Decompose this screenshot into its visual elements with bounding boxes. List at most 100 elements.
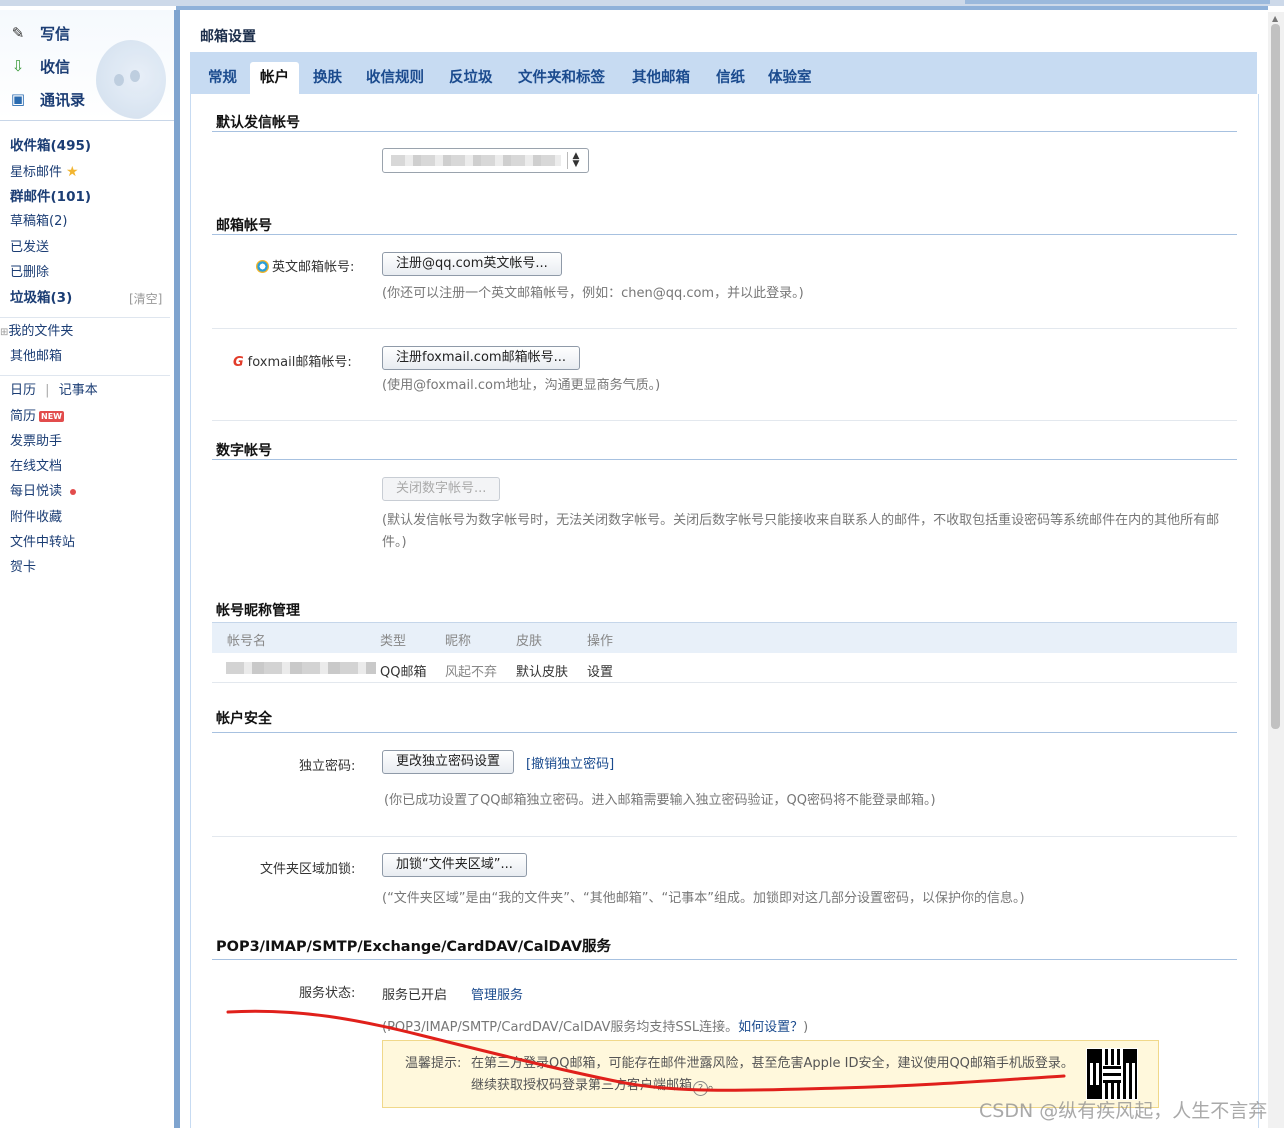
folder-other-mail[interactable]: 其他邮箱 xyxy=(10,347,62,367)
compose-button[interactable]: ✎ 写信 xyxy=(8,21,70,45)
col-action: 操作 xyxy=(587,634,614,649)
service-status-label: 服务状态: xyxy=(299,986,356,1001)
foxmail-account-label-text: foxmail邮箱帐号: xyxy=(247,355,352,370)
redacted-account xyxy=(391,155,561,166)
row-type: QQ邮箱 xyxy=(380,665,427,680)
folder-spam[interactable]: 垃圾箱(3) xyxy=(10,288,72,308)
divider xyxy=(0,375,170,376)
english-account-hint: (你还可以注册一个英文邮箱帐号，例如：chen@qq.com，并以此登录。) xyxy=(382,286,804,301)
service-status-value: 服务已开启 xyxy=(382,988,448,1003)
watermark-text: CSDN @纵有疾风起，人生不言弃 xyxy=(979,1100,1268,1122)
folder-starred[interactable]: 星标邮件 ★ xyxy=(10,162,79,182)
close-digital-account-button[interactable]: 关闭数字帐号... xyxy=(382,477,501,501)
tab-folders-tags[interactable]: 文件夹和标签 xyxy=(508,62,615,94)
app-online-docs[interactable]: 在线文档 xyxy=(10,457,62,477)
tab-account[interactable]: 帐户 xyxy=(250,62,299,94)
section-services-title: POP3/IMAP/SMTP/Exchange/CardDAV/CalDAV服务 xyxy=(216,939,612,955)
section-digital-account-title: 数字帐号 xyxy=(216,443,272,459)
folder-group[interactable]: 群邮件(101) xyxy=(10,187,91,207)
folder-deleted[interactable]: 已删除 xyxy=(10,263,49,283)
section-divider xyxy=(212,959,1237,960)
sidebar-border xyxy=(174,10,180,1128)
daily-read-label: 每日悦读 xyxy=(10,484,63,499)
get-auth-code-link[interactable]: 继续获取授权码登录第三方客户端邮箱 xyxy=(471,1078,692,1093)
tab-general[interactable]: 常规 xyxy=(198,62,247,94)
ssl-hint: (POP3/IMAP/SMTP/CardDAV/CalDAV服务均支持SSL连接… xyxy=(382,1016,808,1035)
app-attachments[interactable]: 附件收藏 xyxy=(10,508,62,528)
section-nickname-title: 帐号昵称管理 xyxy=(216,603,300,619)
page-title: 邮箱设置 xyxy=(200,29,256,45)
tab-antispam[interactable]: 反垃圾 xyxy=(439,62,503,94)
folder-drafts[interactable]: 草稿箱(2) xyxy=(10,212,67,232)
tab-other-mail[interactable]: 其他邮箱 xyxy=(622,62,700,94)
scrollbar-thumb[interactable] xyxy=(1271,24,1280,729)
scroll-up-icon[interactable]: ▲ xyxy=(1272,14,1278,23)
main-header xyxy=(190,12,1260,50)
top-accent-bar xyxy=(965,0,1270,4)
digital-account-hint: (默认发信帐号为数字帐号时，无法关闭数字帐号。关闭后数字帐号只能接收来自联系人的… xyxy=(382,513,1220,550)
ssl-hint-close: ) xyxy=(803,1020,809,1035)
resume-label: 简历 xyxy=(10,409,37,424)
app-cards[interactable]: 贺卡 xyxy=(10,558,36,578)
section-divider xyxy=(212,234,1237,235)
section-divider xyxy=(212,459,1237,460)
section-default-sender-title: 默认发信帐号 xyxy=(216,115,300,131)
register-foxmail-button[interactable]: 注册foxmail.com邮箱帐号... xyxy=(382,346,580,370)
contacts-label: 通讯录 xyxy=(40,90,86,109)
row-divider xyxy=(212,836,1237,837)
tab-rules[interactable]: 收信规则 xyxy=(356,62,434,94)
folder-inbox[interactable]: 收件箱(495) xyxy=(10,136,91,156)
folder-lock-hint: (“文件夹区域”是由“我的文件夹”、“其他邮箱”、“记事本”组成。加锁即对这几部… xyxy=(382,891,1025,906)
row-divider xyxy=(212,420,1237,421)
inbox-download-icon: ⇩ xyxy=(11,57,25,75)
section-divider xyxy=(212,131,1237,132)
unread-dot-icon xyxy=(70,488,77,495)
tab-skin[interactable]: 换肤 xyxy=(303,62,352,94)
link-divider: | xyxy=(45,383,50,398)
password-hint: (你已成功设置了QQ邮箱独立密码。进入邮箱需要输入独立密码验证，QQ密码将不能登… xyxy=(384,793,936,808)
row-nickname: 风起不弃 xyxy=(445,665,498,680)
divider xyxy=(0,317,170,318)
redacted-account-name xyxy=(226,662,376,674)
default-sender-select[interactable]: ▲ ▼ xyxy=(382,148,589,173)
contacts-icon: ▣ xyxy=(10,90,26,108)
penguin-mascot-icon xyxy=(96,40,166,120)
receive-button[interactable]: ⇩ 收信 xyxy=(8,54,70,78)
revoke-password-link[interactable]: [撤销独立密码] xyxy=(526,753,614,772)
manage-service-link[interactable]: 管理服务 xyxy=(471,984,523,1003)
folder-my-folders[interactable]: ⊞我的文件夹 xyxy=(0,322,73,342)
foxmail-account-hint: (使用@foxmail.com地址，沟通更显商务气质。) xyxy=(382,378,661,393)
vertical-scrollbar[interactable]: ▲ xyxy=(1268,12,1284,1128)
independent-password-label: 独立密码: xyxy=(299,759,356,774)
folder-starred-label: 星标邮件 xyxy=(10,165,63,180)
notes-link[interactable]: 记事本 xyxy=(59,383,98,398)
app-resume[interactable]: 简历 NEW xyxy=(10,407,64,427)
row-settings-link[interactable]: 设置 xyxy=(587,661,613,680)
tab-stationery[interactable]: 信纸 xyxy=(706,62,755,94)
section-divider xyxy=(212,732,1237,733)
contacts-button[interactable]: ▣ 通讯录 xyxy=(8,87,85,111)
col-skin: 皮肤 xyxy=(516,634,543,649)
receive-label: 收信 xyxy=(40,57,71,76)
folder-sent[interactable]: 已发送 xyxy=(10,238,49,258)
app-invoice[interactable]: 发票助手 xyxy=(10,432,62,452)
lock-folder-area-button[interactable]: 加锁“文件夹区域”... xyxy=(382,853,527,877)
tab-lab[interactable]: 体验室 xyxy=(758,62,822,94)
row-divider xyxy=(212,682,1237,683)
app-daily-read[interactable]: 每日悦读 xyxy=(10,482,77,502)
star-icon: ★ xyxy=(66,164,79,180)
row-divider xyxy=(212,328,1237,329)
section-mail-accounts-title: 邮箱帐号 xyxy=(216,218,272,234)
warning-prefix: 温馨提示: xyxy=(405,1056,462,1071)
warning-line-1: 在第三方登录QQ邮箱，可能存在邮件泄露风险，甚至危害Apple ID安全，建议使… xyxy=(471,1056,1074,1071)
help-icon[interactable]: ? xyxy=(693,1081,709,1096)
calendar-link[interactable]: 日历 xyxy=(10,383,36,398)
section-security-title: 帐户安全 xyxy=(216,711,272,727)
nickname-table-header xyxy=(212,622,1237,653)
register-english-button[interactable]: 注册@qq.com英文帐号... xyxy=(382,252,562,276)
how-to-setup-link[interactable]: 如何设置？ xyxy=(738,1020,803,1035)
change-password-button[interactable]: 更改独立密码设置 xyxy=(382,750,515,774)
app-file-transfer[interactable]: 文件中转站 xyxy=(10,533,75,553)
col-nickname: 昵称 xyxy=(445,634,472,649)
app-calendar-notes: 日历 | 记事本 xyxy=(10,381,98,401)
